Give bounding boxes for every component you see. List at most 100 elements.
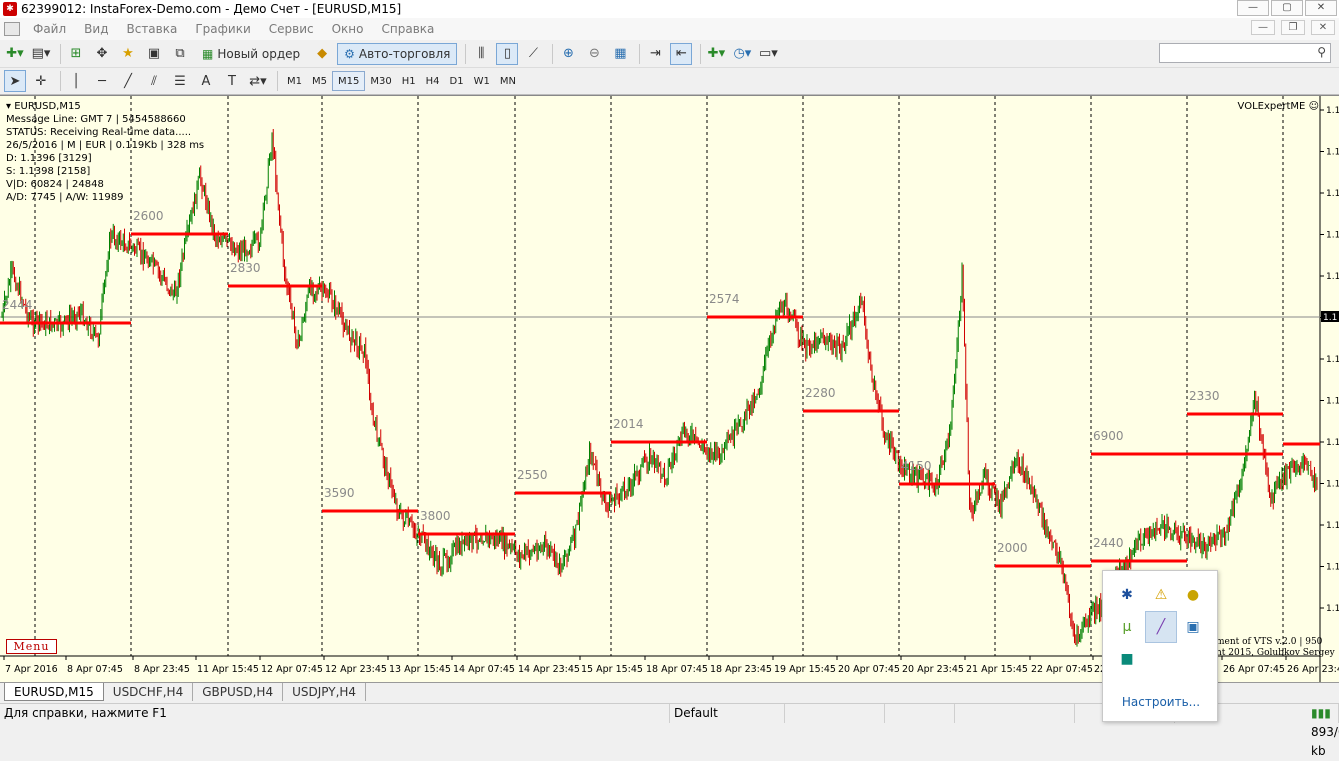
candlestick-chart-icon[interactable]: ▯ xyxy=(496,42,519,65)
vertical-line-icon[interactable]: │ xyxy=(65,70,87,92)
time-tick-label: 18 Apr 23:45 xyxy=(710,664,772,675)
volume-level-label: 2330 xyxy=(1189,389,1220,403)
templates-icon[interactable]: ▭▾ xyxy=(757,43,779,65)
profile-name: Default xyxy=(670,703,785,723)
profiles-icon[interactable]: ▤▾ xyxy=(30,43,52,65)
zoom-in-icon[interactable]: ⊕ xyxy=(557,43,579,65)
chart-window-icon[interactable] xyxy=(4,22,20,36)
bar-chart-icon[interactable]: ⫼ xyxy=(470,43,492,65)
menu-help[interactable]: Справка xyxy=(373,22,444,36)
info-line: A/D: 7745 | A/W: 11989 xyxy=(6,192,124,203)
signal-icon: ▮▮▮ xyxy=(1311,705,1331,720)
minimize-button[interactable]: — xyxy=(1237,0,1269,16)
menu-insert[interactable]: Вставка xyxy=(117,22,186,36)
tile-windows-icon[interactable]: ▦ xyxy=(609,43,631,65)
market-watch-icon[interactable]: ⊞ xyxy=(65,43,87,65)
utorrent-icon[interactable]: µ xyxy=(1115,615,1139,639)
symbol-title: ▾ EURUSD,M15 xyxy=(6,101,81,112)
timeframe-h4[interactable]: H4 xyxy=(421,71,445,91)
timeframe-w1[interactable]: W1 xyxy=(469,71,495,91)
autotrading-icon: ⚙ xyxy=(344,46,355,61)
tab-gbpusd-h4[interactable]: GBPUSD,H4 xyxy=(193,683,284,701)
warning-icon[interactable]: ⚠ xyxy=(1149,583,1173,607)
timeframe-m1[interactable]: M1 xyxy=(282,71,307,91)
timeframe-m30[interactable]: M30 xyxy=(365,71,396,91)
new-order-icon: ▦ xyxy=(202,46,214,61)
cursor-icon[interactable]: ➤ xyxy=(4,70,26,92)
toolbar-separator xyxy=(465,43,467,64)
indicators-icon[interactable]: ✚▾ xyxy=(705,43,727,65)
autotrading-label: Авто-торговля xyxy=(358,46,451,61)
new-chart-icon[interactable]: ✚▾ xyxy=(4,43,26,65)
line-chart-icon[interactable]: ⟋ xyxy=(522,43,544,65)
info-line: STATUS: Receiving Real-time data..... xyxy=(6,127,192,138)
price-tick-label: 1.1 xyxy=(1326,397,1339,407)
smiley-icon: ☺ xyxy=(1308,101,1319,112)
menu-window[interactable]: Окно xyxy=(323,22,373,36)
arrows-icon[interactable]: ⇄▾ xyxy=(247,70,269,92)
volume-level-label: 3590 xyxy=(324,486,355,500)
equidistant-channel-icon[interactable]: ⫽ xyxy=(143,70,165,92)
main-toolbar: ✚▾ ▤▾ ⊞ ✥ ★ ▣ ⧉ ▦ Новый ордер ◆ ⚙ Авто-т… xyxy=(0,40,1339,68)
horizontal-line-icon[interactable]: ─ xyxy=(91,70,113,92)
price-tick-label: 1.1 xyxy=(1326,438,1339,448)
chart-info-panel: ▾ EURUSD,M15 Message Line: GMT 7 | 54545… xyxy=(6,100,204,204)
info-line: 26/5/2016 | M | EUR | 0.119Kb | 328 ms xyxy=(6,140,205,151)
metaeditor-icon[interactable]: ◆ xyxy=(311,43,333,65)
zoom-out-icon[interactable]: ⊖ xyxy=(583,43,605,65)
menu-view[interactable]: Вид xyxy=(75,22,117,36)
chart-shift-icon[interactable]: ⇤ xyxy=(670,42,693,65)
new-order-button[interactable]: ▦ Новый ордер xyxy=(195,43,307,65)
volume-level-label: 2440 xyxy=(1093,536,1124,550)
timeframe-m15[interactable]: M15 xyxy=(332,71,366,91)
tab-usdchf-h4[interactable]: USDCHF,H4 xyxy=(104,683,194,701)
text-label-icon[interactable]: T xyxy=(221,70,243,92)
mdi-minimize-button[interactable]: — xyxy=(1251,20,1275,35)
maximize-button[interactable]: ▢ xyxy=(1271,0,1303,16)
bluetooth-icon[interactable]: ✱ xyxy=(1115,583,1139,607)
price-tick-label: 1.1 xyxy=(1326,106,1339,116)
periods-icon[interactable]: ◷▾ xyxy=(731,43,753,65)
volume-level-label: 2574 xyxy=(709,292,740,306)
timeframe-d1[interactable]: D1 xyxy=(445,71,469,91)
tab-eurusd-m15[interactable]: EURUSD,M15 xyxy=(4,683,104,701)
timeframe-h1[interactable]: H1 xyxy=(397,71,421,91)
time-tick-label: 20 Apr 23:45 xyxy=(902,664,964,675)
search-icon[interactable]: ⚲ xyxy=(1317,45,1326,59)
network-icon[interactable]: ▣ xyxy=(1181,615,1205,639)
fibonacci-icon[interactable]: ☰ xyxy=(169,70,191,92)
timeframe-m5[interactable]: M5 xyxy=(307,71,332,91)
crosshair-icon[interactable]: ✛ xyxy=(30,70,52,92)
strategy-tester-icon[interactable]: ⧉ xyxy=(169,43,191,65)
help-text: Для справки, нажмите F1 xyxy=(0,703,670,723)
mdi-restore-button[interactable]: ❐ xyxy=(1281,20,1305,35)
terminal-icon[interactable]: ▣ xyxy=(143,43,165,65)
volume-level-label: 4150 xyxy=(901,459,932,473)
navigator-icon[interactable]: ★ xyxy=(117,43,139,65)
info-line: V|D: 60824 | 24848 xyxy=(6,179,104,190)
mdi-close-button[interactable]: ✕ xyxy=(1311,20,1335,35)
time-tick-label: 14 Apr 23:45 xyxy=(518,664,580,675)
timeframe-mn[interactable]: MN xyxy=(495,71,521,91)
price-tick-label: 1.1 xyxy=(1326,189,1339,199)
chart-menu-button[interactable]: Menu xyxy=(6,639,57,654)
search-input[interactable]: ⚲ xyxy=(1159,43,1331,63)
text-icon[interactable]: A xyxy=(195,70,217,92)
notification-icon[interactable]: ● xyxy=(1181,583,1205,607)
autotrading-button[interactable]: ⚙ Авто-торговля xyxy=(337,42,458,65)
toolbar-separator xyxy=(60,71,61,91)
close-button[interactable]: ✕ xyxy=(1305,0,1337,16)
trendline-icon[interactable]: ╱ xyxy=(117,70,139,92)
expert-advisor-label[interactable]: VOLExpertME ☺ xyxy=(1238,101,1319,112)
configure-link[interactable]: Настроить... xyxy=(1103,695,1219,709)
menu-charts[interactable]: Графики xyxy=(186,22,259,36)
menu-file[interactable]: Файл xyxy=(24,22,75,36)
data-window-icon[interactable]: ✥ xyxy=(91,43,113,65)
menu-tools[interactable]: Сервис xyxy=(260,22,323,36)
copyright-text: ment of VTS v.2.0 | 950 ht 2015, Golubko… xyxy=(1216,637,1335,658)
app-icon[interactable]: ■ xyxy=(1115,647,1139,671)
auto-scroll-icon[interactable]: ⇥ xyxy=(644,43,666,65)
status-cell xyxy=(955,703,1075,723)
tab-usdjpy-h4[interactable]: USDJPY,H4 xyxy=(283,683,367,701)
pen-icon[interactable]: ╱ xyxy=(1145,611,1177,643)
